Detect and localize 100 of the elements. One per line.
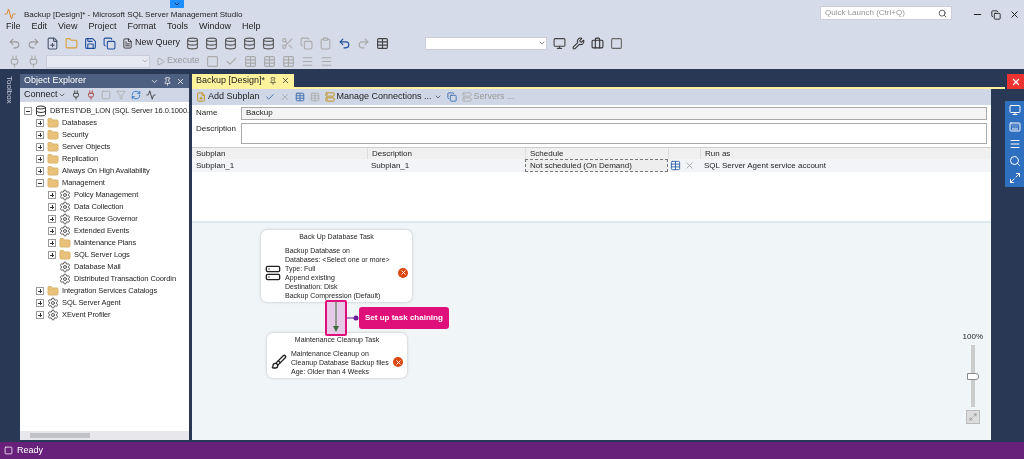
plug-icon[interactable] bbox=[70, 90, 81, 100]
column-header[interactable]: Subplan bbox=[192, 148, 367, 159]
monitor-icon[interactable] bbox=[553, 36, 566, 50]
arrow-icon bbox=[333, 302, 339, 332]
undo-icon[interactable] bbox=[338, 36, 351, 50]
refresh-icon[interactable] bbox=[130, 90, 141, 100]
close-overlay-button[interactable] bbox=[1007, 74, 1024, 89]
search-icon[interactable] bbox=[1008, 155, 1021, 167]
window-title: Backup [Design]* - Microsoft SQL Server Management Studio bbox=[24, 10, 243, 20]
name-field[interactable]: Backup bbox=[241, 106, 987, 120]
expand-toggle[interactable] bbox=[48, 239, 56, 247]
expand-toggle[interactable] bbox=[48, 203, 56, 211]
calendar-icon[interactable] bbox=[670, 160, 681, 171]
new-file-icon[interactable] bbox=[46, 36, 59, 50]
server-icon bbox=[461, 92, 472, 102]
expand-toggle[interactable] bbox=[48, 251, 56, 259]
zoom-thumb[interactable] bbox=[966, 372, 979, 380]
add-icon bbox=[196, 92, 206, 102]
item-icon bbox=[59, 213, 71, 225]
menu-item[interactable]: File bbox=[6, 19, 21, 34]
zoom-label: 100% bbox=[962, 332, 983, 342]
precedence-arrow-highlight[interactable] bbox=[325, 300, 347, 336]
manage-connections-button[interactable]: Manage Connections ... bbox=[324, 90, 442, 104]
database-icon[interactable] bbox=[224, 36, 237, 50]
menu-item[interactable]: Window bbox=[198, 19, 231, 34]
database-icon[interactable] bbox=[186, 36, 199, 50]
caret-icon bbox=[141, 57, 149, 65]
item-icon bbox=[59, 261, 71, 273]
pin-icon[interactable] bbox=[163, 76, 172, 86]
toolbox-icon[interactable] bbox=[591, 36, 604, 50]
menu-item[interactable]: Format bbox=[127, 19, 156, 34]
folder-icon bbox=[59, 237, 71, 249]
app-icon bbox=[4, 8, 16, 20]
quick-launch-field[interactable]: Quick Launch (Ctrl+Q) bbox=[820, 6, 952, 20]
new-query-button[interactable]: New Query bbox=[122, 36, 180, 50]
database-icon[interactable] bbox=[262, 36, 275, 50]
expand-toggle[interactable] bbox=[36, 311, 44, 319]
expand-toggle[interactable] bbox=[24, 107, 32, 115]
expand-toggle[interactable] bbox=[48, 191, 56, 199]
save-all-icon[interactable] bbox=[103, 36, 116, 50]
menu-icon[interactable] bbox=[1008, 138, 1021, 150]
grid-icon[interactable] bbox=[294, 92, 305, 102]
monitor-icon[interactable] bbox=[1008, 104, 1021, 116]
close-icon[interactable] bbox=[1009, 9, 1020, 20]
menu-item[interactable]: Edit bbox=[31, 19, 48, 34]
caret-icon bbox=[173, 0, 181, 8]
menu-item[interactable]: Help bbox=[241, 19, 261, 34]
item-icon bbox=[59, 273, 71, 285]
database-icon[interactable] bbox=[243, 36, 256, 50]
query-icon bbox=[122, 37, 133, 49]
expand-toggle[interactable] bbox=[36, 143, 44, 151]
folder-icon bbox=[47, 141, 59, 153]
error-icon bbox=[393, 357, 403, 367]
folder-icon bbox=[47, 117, 59, 129]
restore-icon[interactable] bbox=[991, 10, 1001, 20]
search-icon bbox=[938, 8, 947, 18]
table-cell-text: Subplan_1 bbox=[370, 159, 411, 172]
table-cell-text: Subplan_1 bbox=[195, 159, 236, 172]
database-icon[interactable] bbox=[205, 36, 218, 50]
document-tab[interactable]: Backup [Design]* bbox=[192, 74, 295, 87]
activity-icon[interactable] bbox=[145, 90, 156, 100]
description-field[interactable] bbox=[241, 123, 987, 144]
expand-toggle[interactable] bbox=[36, 155, 44, 163]
expand-toggle[interactable] bbox=[36, 131, 44, 139]
folder-icon bbox=[47, 285, 59, 297]
menu-item[interactable]: View bbox=[58, 19, 78, 34]
close-icon[interactable] bbox=[281, 76, 291, 85]
brush-icon bbox=[271, 354, 287, 370]
expand-toggle[interactable] bbox=[48, 215, 56, 223]
plug-icon[interactable] bbox=[85, 90, 96, 100]
expand-toggle[interactable] bbox=[36, 299, 44, 307]
close-icon bbox=[1010, 76, 1021, 87]
item-icon bbox=[47, 297, 59, 309]
horizontal-scrollbar[interactable] bbox=[20, 431, 189, 440]
expand-toggle[interactable] bbox=[36, 119, 44, 127]
expand-icon[interactable] bbox=[1008, 172, 1021, 184]
menu-item[interactable]: Project bbox=[88, 19, 117, 34]
expand-toggle[interactable] bbox=[36, 179, 44, 187]
panel-icon[interactable] bbox=[610, 36, 623, 50]
table-cell-text: SQL Server Agent service account bbox=[703, 159, 827, 172]
keyboard-icon[interactable] bbox=[1008, 121, 1021, 133]
status-icon bbox=[4, 446, 13, 455]
copy-icon[interactable] bbox=[446, 92, 457, 102]
expand-toggle[interactable] bbox=[48, 227, 56, 235]
folder-icon bbox=[59, 249, 71, 261]
play-icon bbox=[156, 56, 165, 66]
item-icon bbox=[59, 189, 71, 201]
expand-toggle[interactable] bbox=[36, 167, 44, 175]
pin-icon[interactable] bbox=[269, 76, 278, 85]
save-icon[interactable] bbox=[84, 36, 97, 50]
menu-item[interactable]: Tools bbox=[166, 19, 188, 34]
server-icon bbox=[324, 92, 335, 102]
expand-toggle[interactable] bbox=[36, 287, 44, 295]
dropdown-tab[interactable] bbox=[170, 0, 184, 8]
edit-icon[interactable] bbox=[264, 92, 275, 102]
schedule-cell[interactable]: Not scheduled (On Demand) bbox=[525, 159, 668, 172]
quick-launch-input[interactable]: Quick Launch (Ctrl+Q) bbox=[825, 7, 938, 19]
add-subplan-button[interactable]: Add Subplan bbox=[196, 90, 260, 104]
wrench-icon[interactable] bbox=[572, 36, 585, 50]
toolbox-tab[interactable]: Toolbox bbox=[5, 76, 15, 442]
